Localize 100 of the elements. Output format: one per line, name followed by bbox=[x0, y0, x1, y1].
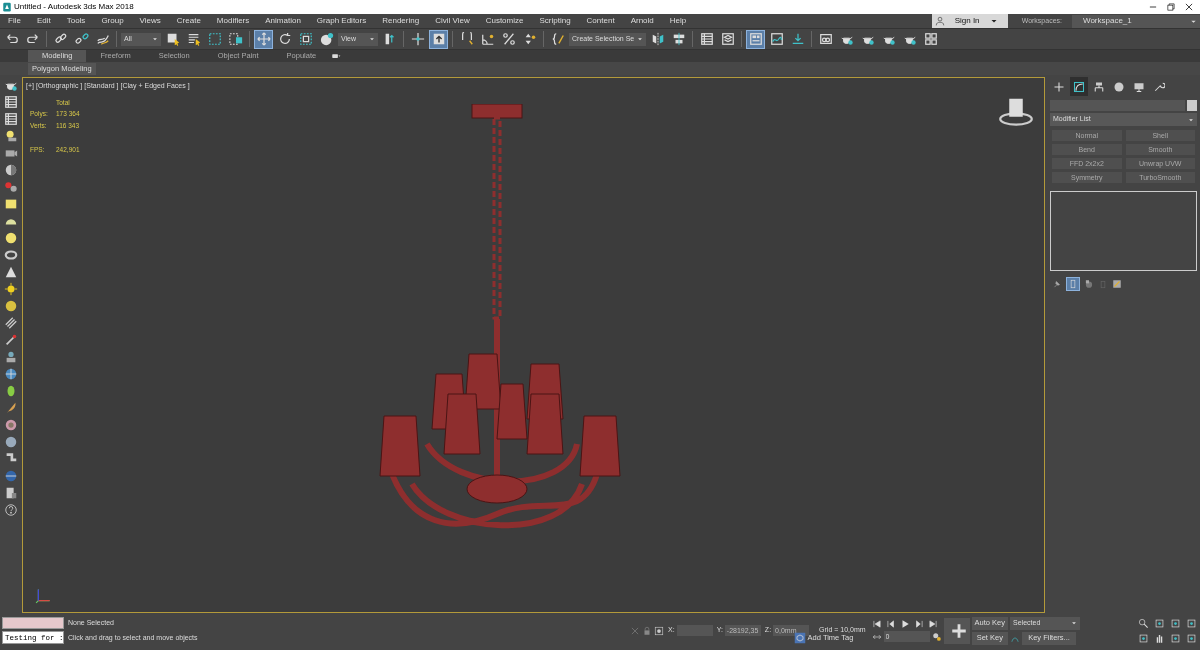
menu-item[interactable]: Civil View bbox=[427, 14, 478, 28]
menu-item[interactable]: Customize bbox=[477, 14, 532, 28]
caret-icon bbox=[1071, 620, 1078, 626]
target-icon[interactable] bbox=[4, 418, 18, 432]
layers-icon bbox=[720, 32, 735, 46]
sphere-icon[interactable] bbox=[4, 435, 18, 449]
help-icon[interactable] bbox=[4, 503, 18, 517]
time-tag-icon[interactable] bbox=[931, 631, 942, 642]
plus-icon bbox=[1053, 80, 1065, 93]
bar-icon bbox=[1068, 279, 1078, 289]
wand-icon[interactable] bbox=[4, 333, 18, 347]
go-to-start-icon[interactable] bbox=[871, 619, 882, 629]
maximize-icon[interactable] bbox=[1166, 2, 1176, 12]
snap-icon bbox=[459, 32, 474, 46]
sign-in-button[interactable]: Sign In bbox=[931, 14, 1008, 28]
next-frame-icon[interactable] bbox=[913, 619, 924, 629]
light-bulb-icon[interactable] bbox=[4, 129, 18, 143]
ribbon-options-icon[interactable] bbox=[330, 51, 343, 61]
broken-link-icon bbox=[74, 32, 89, 46]
viewport-layout-icon bbox=[923, 32, 938, 46]
undo-icon bbox=[4, 32, 19, 46]
sphere-icon[interactable] bbox=[4, 163, 18, 177]
menu-item[interactable]: Arnold bbox=[622, 14, 662, 28]
curve-editor-icon bbox=[769, 32, 784, 46]
select-icon bbox=[165, 32, 180, 46]
mirror-icon bbox=[650, 32, 665, 46]
caret-icon bbox=[989, 17, 998, 25]
color-swatch[interactable] bbox=[1187, 100, 1197, 111]
link-icon bbox=[53, 32, 68, 46]
set-keys-button[interactable] bbox=[943, 617, 970, 644]
window-crossing-icon bbox=[228, 32, 243, 46]
transform-mode-icon[interactable] bbox=[654, 625, 664, 636]
menu-item[interactable]: Modifiers bbox=[208, 14, 258, 28]
pin-icon[interactable] bbox=[1052, 279, 1062, 289]
spheres-icon[interactable] bbox=[4, 180, 18, 194]
menu-item[interactable]: Create bbox=[168, 14, 209, 28]
torus-icon[interactable] bbox=[4, 248, 18, 262]
rotate-icon bbox=[277, 32, 292, 46]
joystick-icon[interactable] bbox=[4, 350, 18, 364]
angle-snap-icon bbox=[480, 32, 495, 46]
menu-item[interactable]: Help bbox=[661, 14, 695, 28]
caret-icon bbox=[1188, 116, 1194, 123]
sphere-icon[interactable] bbox=[4, 299, 18, 313]
globe-icon[interactable] bbox=[4, 469, 18, 483]
lock-icon[interactable] bbox=[642, 625, 652, 636]
scale-icon bbox=[298, 32, 313, 46]
menu-item[interactable]: Content bbox=[578, 14, 623, 28]
key-plus-icon bbox=[949, 621, 968, 640]
menu-item[interactable]: Tools bbox=[58, 14, 94, 28]
arrow-up-icon bbox=[431, 32, 446, 46]
list-cursor-icon bbox=[186, 32, 201, 46]
curve-tab[interactable] bbox=[1070, 77, 1088, 96]
zoom-icon[interactable] bbox=[1138, 617, 1149, 629]
window-title: Untitled - Autodesk 3ds Max 2018 bbox=[14, 1, 134, 13]
caret-icon bbox=[152, 36, 158, 42]
menu-item[interactable]: File bbox=[0, 14, 29, 28]
table-icon bbox=[699, 32, 714, 46]
cone-icon[interactable] bbox=[4, 265, 18, 279]
box-icon[interactable] bbox=[4, 197, 18, 211]
curve-icon bbox=[1073, 80, 1085, 93]
caret-icon bbox=[369, 36, 375, 42]
maxscript-listener bbox=[2, 617, 64, 629]
percent-snap-icon bbox=[501, 32, 516, 46]
menu-item[interactable]: Graph Editors bbox=[308, 14, 375, 28]
menu-item[interactable]: Views bbox=[131, 14, 169, 28]
menu-item[interactable]: Rendering bbox=[374, 14, 428, 28]
hierarchy-icon bbox=[1093, 80, 1105, 93]
sphere-icon[interactable] bbox=[4, 231, 18, 245]
table-icon[interactable] bbox=[4, 95, 18, 109]
previous-frame-icon[interactable] bbox=[885, 619, 896, 629]
sphere-icon bbox=[1113, 80, 1125, 93]
configure-icon[interactable] bbox=[1112, 279, 1122, 289]
workspace-dropdown[interactable]: Workspace_1 bbox=[1072, 14, 1200, 28]
sun-icon[interactable] bbox=[4, 282, 18, 296]
render-setup-icon bbox=[818, 32, 833, 46]
arrow-up-button[interactable] bbox=[429, 29, 448, 49]
caret-icon bbox=[637, 36, 644, 42]
align-icon bbox=[671, 32, 686, 46]
menu-item[interactable]: Edit bbox=[28, 14, 59, 28]
globe-icon[interactable] bbox=[4, 367, 18, 381]
go-to-end-icon[interactable] bbox=[927, 619, 938, 629]
document-icon[interactable] bbox=[4, 486, 18, 500]
ribbon-icon bbox=[748, 32, 763, 46]
menu-item[interactable]: Animation bbox=[257, 14, 309, 28]
crosshair-icon bbox=[410, 32, 425, 46]
user-icon bbox=[934, 16, 945, 26]
monitor-icon bbox=[1133, 80, 1145, 93]
axis-icon bbox=[35, 586, 53, 604]
hatched-icon[interactable] bbox=[4, 316, 18, 330]
brace-icon bbox=[550, 32, 565, 46]
menu-item[interactable]: Scripting bbox=[531, 14, 579, 28]
menu-item[interactable]: Group bbox=[93, 14, 132, 28]
redo-icon bbox=[25, 32, 40, 46]
download-icon bbox=[790, 32, 805, 46]
ribbon-button[interactable] bbox=[746, 29, 766, 49]
move-button[interactable] bbox=[254, 29, 273, 49]
sphere-icon bbox=[319, 32, 334, 46]
table-icon[interactable] bbox=[4, 112, 18, 126]
selection-region-icon bbox=[207, 32, 222, 46]
close-icon[interactable] bbox=[1184, 2, 1194, 12]
